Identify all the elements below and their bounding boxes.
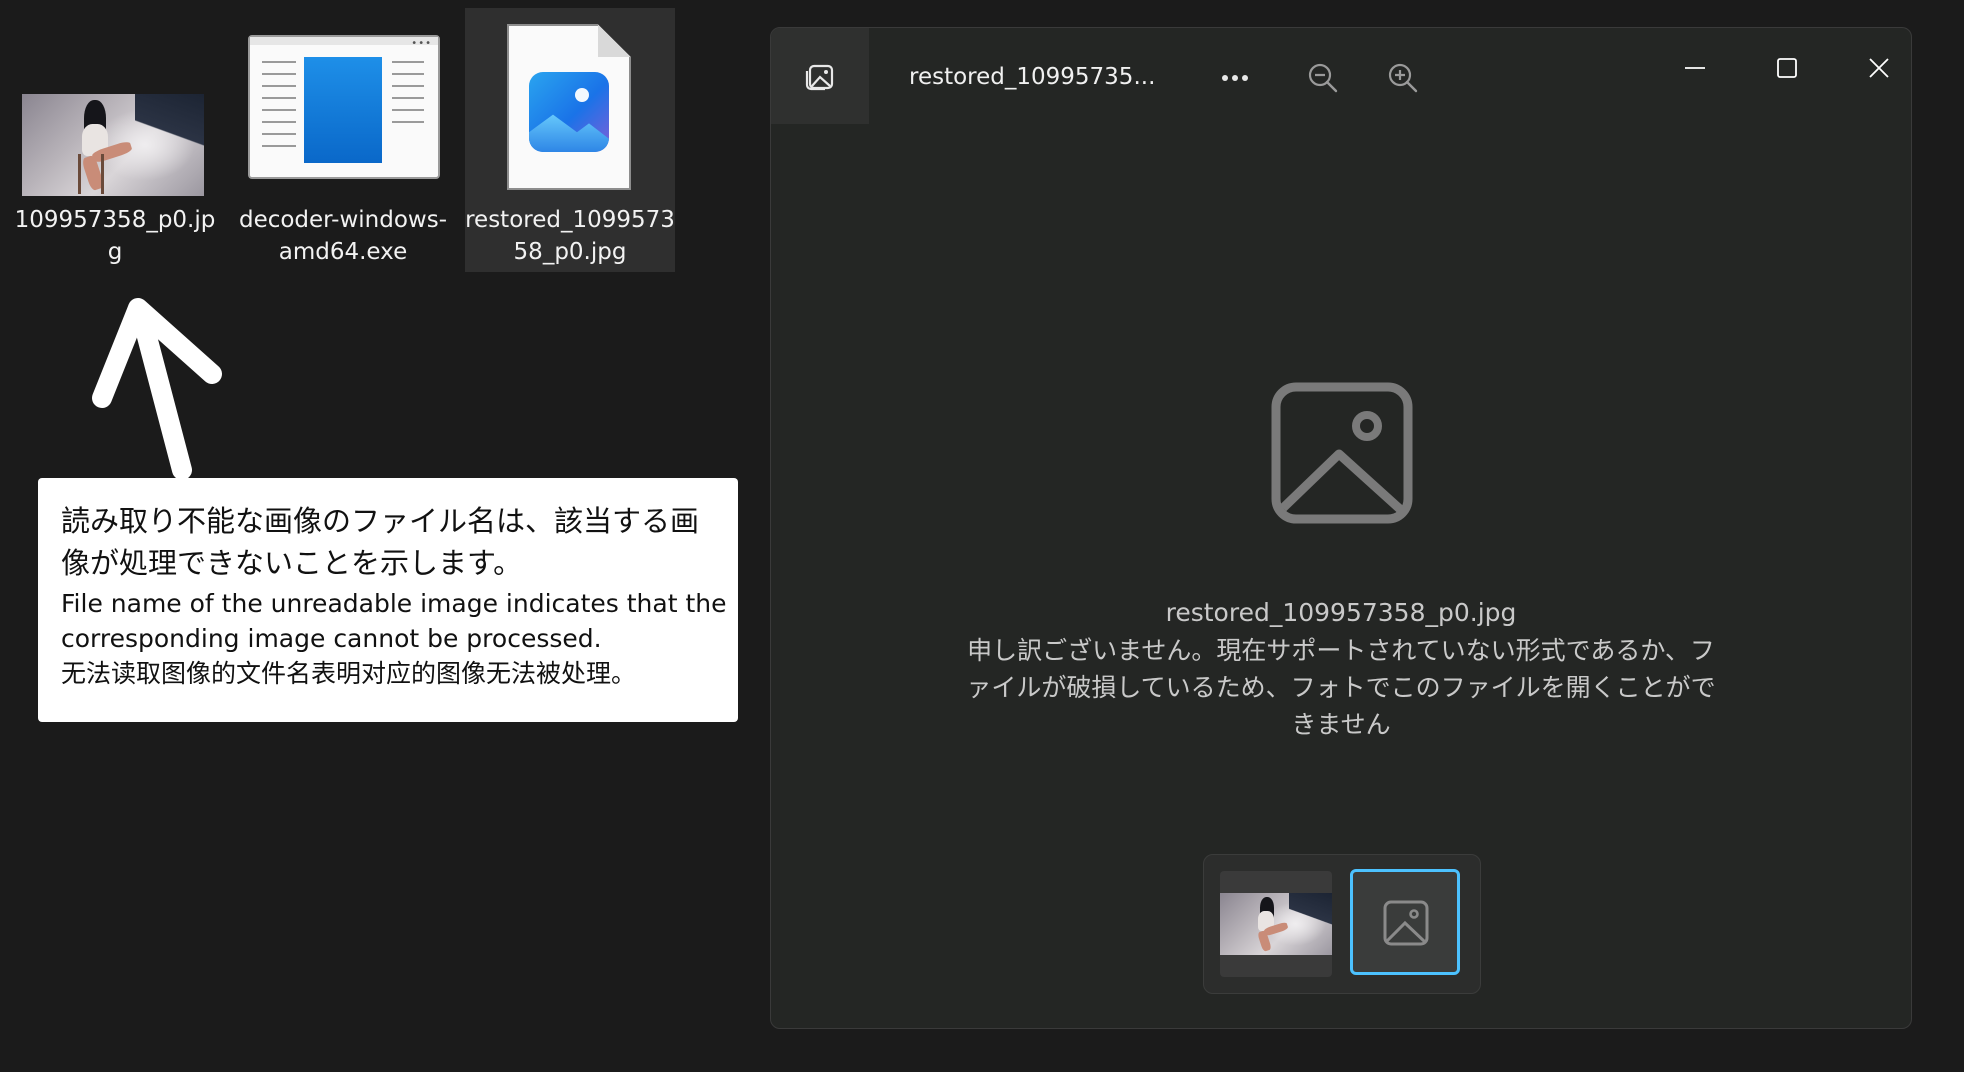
image-placeholder-icon bbox=[1271, 382, 1413, 524]
minimize-button[interactable] bbox=[1665, 46, 1725, 90]
title-bar: restored_10995735... bbox=[771, 28, 1911, 124]
more-icon bbox=[1222, 75, 1248, 81]
photos-file-icon bbox=[507, 24, 631, 190]
error-message: 申し訳ございません。現在サポートされていない形式であるか、ファイルが破損している… bbox=[966, 636, 1716, 739]
filmstrip-thumbnail-original[interactable] bbox=[1220, 871, 1332, 977]
annotation-callout: 読み取り不能な画像のファイル名は、該当する画像が処理できないことを示します。 F… bbox=[38, 478, 738, 722]
close-icon bbox=[1869, 58, 1889, 78]
photos-viewer-window: restored_10995735... restored_109957358_… bbox=[770, 27, 1912, 1029]
minimize-icon bbox=[1685, 67, 1705, 69]
filmstrip-thumbnail-restored[interactable] bbox=[1350, 869, 1460, 975]
gallery-button[interactable] bbox=[771, 28, 869, 124]
filmstrip bbox=[1203, 854, 1481, 994]
maximize-icon bbox=[1777, 58, 1797, 78]
desktop-icon-original-jpg[interactable]: 109957358_p0.jpg bbox=[10, 8, 220, 270]
callout-japanese-text: 読み取り不能な画像のファイル名は、該当する画像が処理できないことを示します。 bbox=[61, 504, 700, 580]
image-placeholder-icon bbox=[1383, 900, 1429, 946]
photo-thumbnail bbox=[22, 94, 204, 196]
desktop-icon-label: 109957358_p0.jpg bbox=[14, 207, 216, 265]
callout-english-text: File name of the unreadable image indica… bbox=[61, 589, 727, 653]
file-name: restored_109957358_p0.jpg bbox=[1165, 598, 1517, 627]
maximize-button[interactable] bbox=[1757, 46, 1817, 90]
callout-chinese-text: 无法读取图像的文件名表明对应的图像无法被处理。 bbox=[61, 659, 637, 688]
zoom-out-button[interactable] bbox=[1305, 60, 1341, 96]
close-button[interactable] bbox=[1849, 46, 1909, 90]
zoom-in-button[interactable] bbox=[1385, 60, 1421, 96]
zoom-in-icon bbox=[1388, 63, 1418, 93]
window-title: restored_10995735... bbox=[909, 64, 1156, 90]
desktop-icon-label: decoder-windows-amd64.exe bbox=[238, 207, 448, 265]
desktop-icon-restored-jpg[interactable]: restored_109957358_p0.jpg bbox=[465, 8, 675, 272]
exe-file-icon: ••• bbox=[248, 35, 440, 179]
photo-thumbnail bbox=[1220, 893, 1332, 955]
zoom-out-icon bbox=[1308, 63, 1338, 93]
gallery-icon bbox=[805, 64, 834, 91]
desktop-icon-label: restored_109957358_p0.jpg bbox=[465, 207, 675, 265]
more-options-button[interactable] bbox=[1217, 60, 1253, 96]
desktop-icon-decoder-exe[interactable]: ••• decoder-windows-amd64.exe bbox=[238, 8, 448, 270]
